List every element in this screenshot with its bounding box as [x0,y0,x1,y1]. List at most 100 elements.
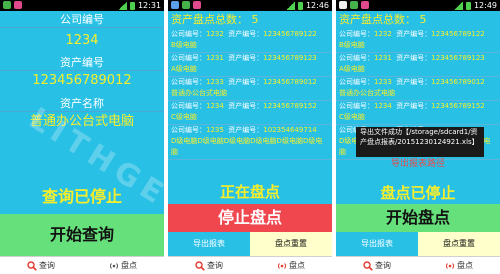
signal-waves-icon [445,262,455,269]
asset-name: D级电脑D级电脑D级电脑D级电脑D级电脑D级电脑 [171,137,323,156]
divider [0,27,164,28]
search-icon [363,260,373,271]
tab-inventory-label: 盘点 [121,261,137,270]
tab-inventory[interactable]: 盘点 [82,257,164,274]
asset-count: 资产盘点总数： 5 [336,11,500,29]
inventory-running-screen: 12:46 资产盘点总数： 5 公司编号：1232 资产编号：123456789… [168,0,332,274]
list-item[interactable]: 公司编号：1233 资产编号：123456789012 普通办公台式电脑 [336,77,500,101]
asset-name: B级电脑 [339,41,365,49]
asset-value: 123456789012 [263,78,317,86]
asset-value: 123456789122 [263,30,317,38]
export-success-toast: 导出文件成功【/storage/sdcard1/资产盘点报表/201512301… [356,127,484,157]
stop-inventory-button[interactable]: 停止盘点 [168,204,332,232]
bottom-nav: 查询 盘点 [336,256,500,274]
tab-inventory[interactable]: 盘点 [418,257,500,274]
tab-inventory[interactable]: 盘点 [250,257,332,274]
status-bar: 12:49 [336,0,500,11]
signal-icon [453,1,463,10]
company-label: 公司编号： [339,54,374,62]
tab-inventory-label: 盘点 [289,261,305,270]
export-report-button[interactable]: 导出报表 [336,232,418,256]
start-inventory-button[interactable]: 开始盘点 [336,204,500,232]
asset-value: 123456789012 [431,78,485,86]
asset-value: 123456789152 [263,102,317,110]
list-item[interactable]: 公司编号：1234 资产编号：123456789152 C级电脑 [168,101,332,125]
asset-value: 123456789123 [431,54,485,62]
app-notification-icon [361,1,369,9]
company-value: 1231 [206,54,224,62]
app-notification-icon [171,1,179,9]
reset-inventory-button[interactable]: 盘点重置 [250,232,332,256]
list-item[interactable]: 公司编号：1233 资产编号：123456789012 普通办公台式电脑 [168,77,332,101]
asset-value: 102354649714 [263,126,317,134]
asset-name: C级电脑 [171,113,197,121]
export-path-label: 导出报表路径 [390,159,445,169]
asset-name-value: 普通办公台式电脑 [29,114,134,129]
list-item[interactable]: 公司编号：1235 资产编号：102354649714 D级电脑D级电脑D级电脑… [168,125,332,160]
asset-name: 普通办公台式电脑 [339,89,395,97]
search-icon [27,260,37,271]
asset-name: C级电脑 [339,113,365,121]
company-label: 公司编号： [171,102,206,110]
status-time: 12:49 [473,1,497,10]
tab-query[interactable]: 查询 [168,257,250,274]
query-screen: 12:31 公司编号 1234 资产编号 123456789012 资产名称 普… [0,0,164,274]
action-row: 导出报表 盘点重置 [168,232,332,256]
asset-count-value: 5 [419,13,427,26]
list-item[interactable]: 公司编号：1231 资产编号：123456789123 A级电脑 [168,53,332,77]
asset-label: 资产编号： [228,126,264,134]
signal-icon [117,1,127,10]
search-icon [195,260,205,271]
asset-label: 资产编号： [228,102,264,110]
bottom-nav: 查询 盘点 [168,256,332,274]
asset-label: 资产编号： [396,78,432,86]
asset-count-label: 资产盘点总数： [339,13,416,26]
asset-name: A级电脑 [339,65,365,73]
tab-query-label: 查询 [39,261,55,270]
company-value: 1233 [206,78,224,86]
asset-label: 资产编号： [396,30,432,38]
list-item[interactable]: 公司编号：1231 资产编号：123456789123 A级电脑 [336,53,500,77]
list-item[interactable]: 公司编号：1232 资产编号：123456789122 B级电脑 [336,29,500,53]
company-label: 公司编号： [339,102,374,110]
divider [0,111,164,112]
company-value: 1233 [374,78,392,86]
asset-name: 普通办公台式电脑 [171,89,227,97]
asset-value: 123456789122 [431,30,485,38]
app-notification-icon [3,1,11,9]
app-notification-icon [182,1,190,9]
company-value: 1234 [374,102,392,110]
bottom-nav: 查询 盘点 [0,256,164,274]
reset-inventory-button[interactable]: 盘点重置 [418,232,500,256]
company-value: 1232 [374,30,392,38]
company-value: 1234 [206,102,224,110]
app-notification-icon [339,1,347,9]
inventory-status-text: 正在盘点 [219,183,280,201]
asset-count-label: 资产盘点总数： [171,13,248,26]
list-item[interactable]: 公司编号：1234 资产编号：123456789152 C级电脑 [336,101,500,125]
list-item[interactable]: 公司编号：1232 资产编号：123456789122 B级电脑 [168,29,332,53]
action-row: 导出报表 盘点重置 [336,232,500,256]
asset-label: 资产编号： [396,54,432,62]
company-label: 公司编号： [171,30,206,38]
app-notification-icon [193,1,201,9]
start-query-button[interactable]: 开始查询 [0,214,164,256]
tab-query[interactable]: 查询 [0,257,82,274]
asset-name-label: 资产名称 [60,97,104,110]
asset-name: A级电脑 [171,65,197,73]
asset-no-label: 资产编号 [60,56,104,69]
company-value: 1231 [374,54,392,62]
signal-waves-icon [109,262,119,269]
status-time: 12:46 [305,1,329,10]
app-notification-icon [350,1,358,9]
asset-label: 资产编号： [228,54,264,62]
asset-no-value: 123456789012 [32,73,132,88]
asset-value: 123456789123 [263,54,317,62]
battery-icon [465,1,471,10]
status-time: 12:31 [137,1,161,10]
query-status-text: 查询已停止 [41,187,122,206]
export-report-button[interactable]: 导出报表 [168,232,250,256]
tab-query-label: 查询 [375,261,391,270]
tab-query[interactable]: 查询 [336,257,418,274]
asset-count-value: 5 [251,13,259,26]
